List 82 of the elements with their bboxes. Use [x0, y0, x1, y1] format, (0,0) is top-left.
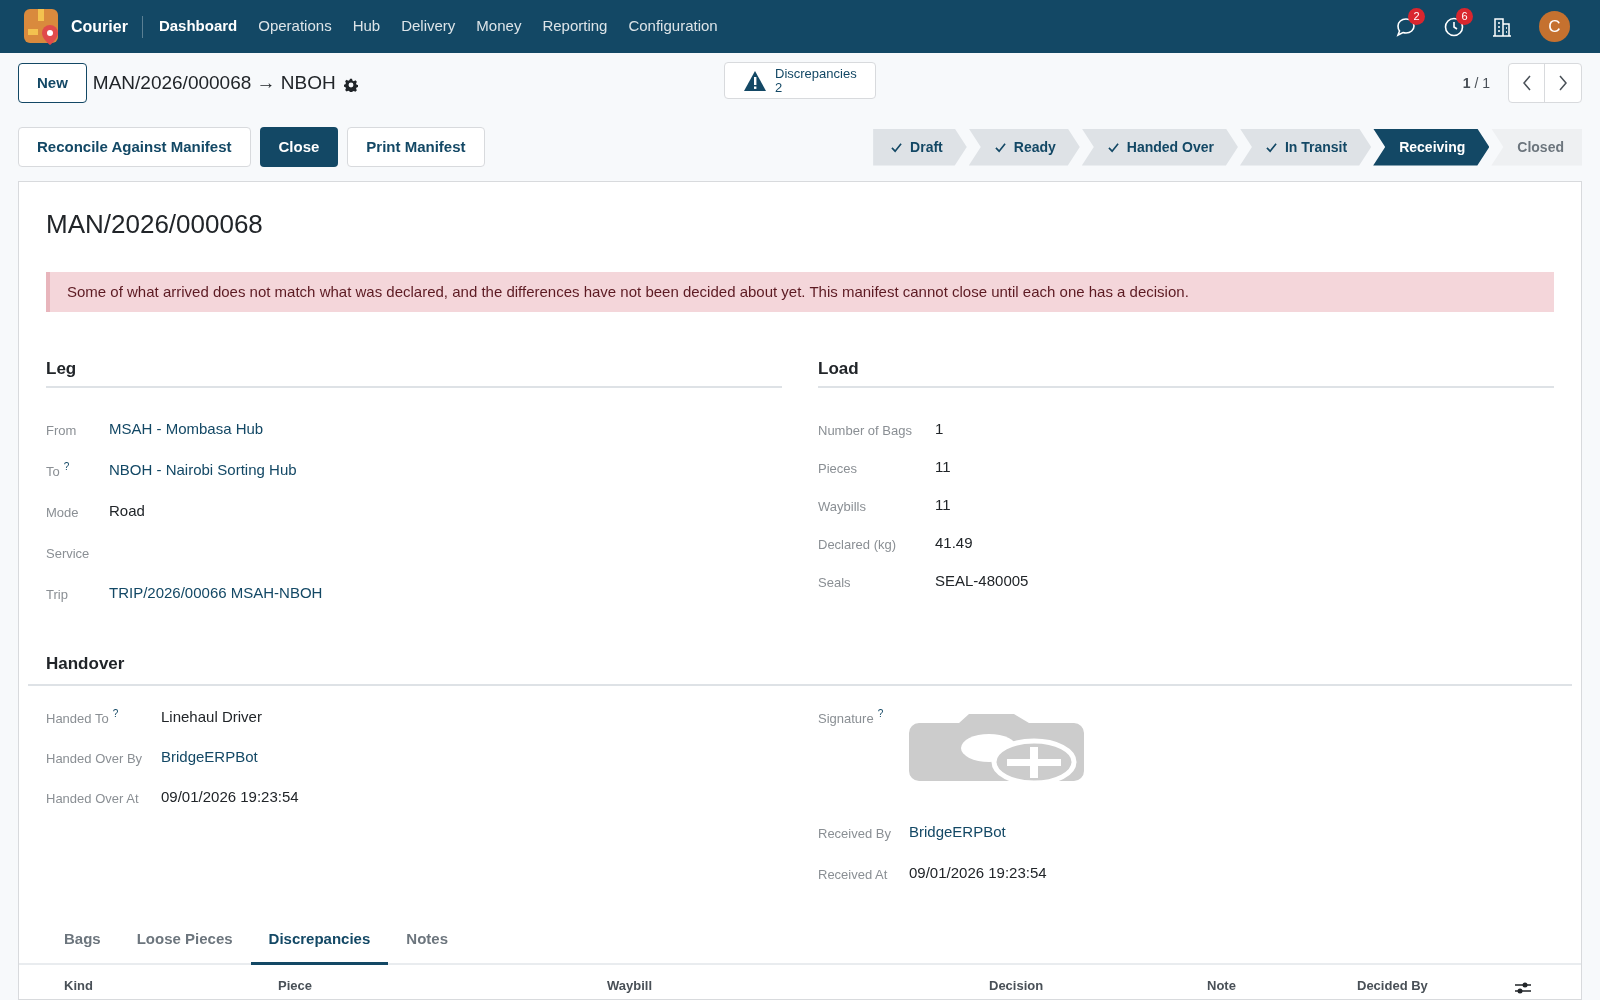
column-settings-icon[interactable] — [1515, 981, 1531, 995]
field-label: Handed To — [46, 710, 109, 728]
field-label: Number of Bags — [818, 422, 912, 440]
column-header[interactable]: Piece — [278, 975, 607, 995]
status-stage[interactable]: Handed Over — [1081, 128, 1238, 166]
close-button[interactable]: Close — [259, 127, 339, 167]
record-link[interactable]: BridgeERPBot — [161, 746, 258, 769]
field-label: From — [46, 422, 77, 440]
pager-value: 1 / 1 — [1462, 73, 1490, 93]
menu-item[interactable]: Reporting — [542, 15, 608, 38]
menu-item[interactable]: Hub — [352, 15, 381, 38]
record-link[interactable]: NBOH - Nairobi Sorting Hub — [109, 459, 297, 482]
field-label: Trip — [46, 586, 68, 604]
field-label: Seals — [818, 574, 851, 592]
tab[interactable]: Loose Pieces — [118, 917, 251, 965]
status-stage[interactable]: Ready — [968, 128, 1080, 166]
chevron-right-icon — [1558, 75, 1568, 91]
section-heading: Load — [818, 358, 860, 380]
menu-item[interactable]: Money — [476, 15, 522, 38]
status-stage[interactable]: Draft — [873, 128, 967, 166]
status-stage[interactable]: Receiving — [1373, 128, 1490, 166]
menu-item[interactable]: Configuration — [628, 15, 718, 38]
alert-message: Some of what arrived does not match what was declared, and the differences have not been decided about yet. This manifest cannot close until each one has a decision. — [46, 272, 1554, 312]
column-header[interactable]: Waybill — [607, 975, 989, 995]
menu-item[interactable]: Delivery — [401, 15, 456, 38]
check-icon — [994, 141, 1006, 153]
help-tooltip[interactable]: ? — [63, 459, 70, 474]
check-icon — [891, 141, 903, 153]
field-label: Service — [46, 545, 90, 563]
reconcile-button[interactable]: Reconcile Against Manifest — [18, 127, 251, 167]
check-icon — [1265, 141, 1277, 153]
field-label: Handed Over At — [46, 790, 139, 808]
check-icon — [1107, 141, 1119, 153]
record-title: MAN/2026/000068 — [46, 208, 264, 241]
field-value: Linehaul Driver — [161, 707, 262, 727]
column-header[interactable]: Note — [1207, 975, 1357, 995]
field-label: Signature — [818, 710, 874, 728]
reconcile-button[interactable]: Print Manifest — [347, 127, 485, 167]
column-header[interactable]: Decided By — [1357, 975, 1515, 995]
status-stage[interactable]: In Transit — [1239, 128, 1372, 166]
field-label: Declared (kg) — [818, 536, 897, 554]
activity-count-badge: 6 — [1456, 7, 1473, 25]
chevron-left-icon — [1521, 75, 1532, 91]
tab[interactable]: Discrepancies — [250, 917, 389, 965]
field-value: 09/01/2026 19:23:54 — [161, 787, 299, 807]
field-value: Road — [109, 501, 145, 521]
field-label: Waybills — [818, 498, 866, 516]
field-label: Received By — [818, 825, 891, 843]
section-heading: Handover — [46, 653, 126, 675]
menu-item[interactable]: Dashboard — [158, 15, 238, 38]
new-button[interactable]: New — [18, 63, 87, 103]
warning-icon — [743, 69, 767, 92]
help-tooltip[interactable]: ? — [877, 706, 884, 721]
menu-item[interactable]: Operations — [258, 15, 332, 38]
tab[interactable]: Bags — [46, 917, 119, 965]
user-avatar[interactable]: C — [1539, 11, 1570, 42]
message-count-badge: 2 — [1408, 7, 1425, 25]
record-link[interactable]: MSAH - Mombasa Hub — [109, 418, 264, 441]
field-value: 41.49 — [935, 533, 973, 553]
record-link[interactable]: TRIP/2026/00066 MSAH-NBOH — [109, 582, 323, 605]
field-value: 09/01/2026 19:23:54 — [909, 863, 1047, 883]
section-heading: Leg — [46, 358, 78, 380]
building-icon[interactable] — [1491, 15, 1513, 38]
field-value: SEAL-480005 — [935, 571, 1029, 591]
field-value: 11 — [935, 457, 951, 477]
field-label: Pieces — [818, 460, 858, 478]
discrepancies-smart-button[interactable]: Discrepancies 2 — [724, 62, 876, 99]
field-label: Mode — [46, 504, 79, 522]
field-label: To — [46, 463, 60, 481]
column-header[interactable]: Kind — [64, 975, 278, 995]
status-stage[interactable]: Closed — [1491, 128, 1582, 166]
field-value: 1 — [935, 419, 944, 439]
breadcrumb-title: MAN/2026/000068 → NBOH — [92, 70, 336, 95]
help-tooltip[interactable]: ? — [112, 706, 119, 721]
field-label: Received At — [818, 866, 888, 884]
app-name[interactable]: Courier — [71, 14, 128, 39]
gear-icon[interactable] — [343, 77, 358, 92]
field-label: Handed Over By — [46, 750, 143, 768]
field-value: 11 — [935, 495, 951, 515]
column-header[interactable]: Decision — [989, 975, 1207, 995]
record-link[interactable]: BridgeERPBot — [909, 821, 1006, 844]
tab[interactable]: Notes — [388, 917, 466, 965]
